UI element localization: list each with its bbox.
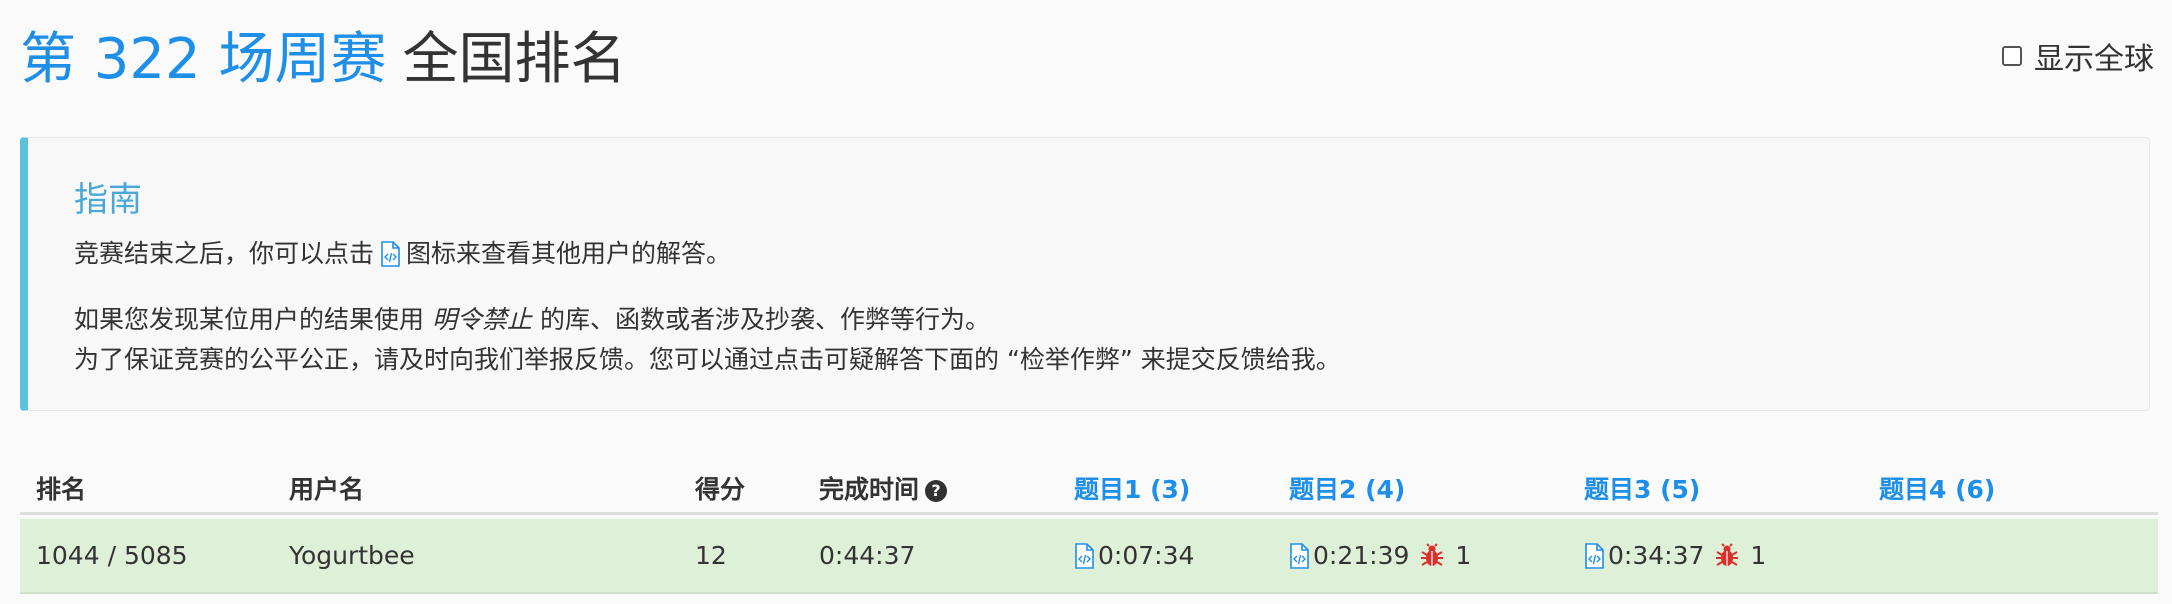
q2-bug-count: 1 xyxy=(1455,541,1472,570)
guide-line-1-before: 竞赛结束之后，你可以点击 xyxy=(74,239,375,268)
rank-title: 全国排名 xyxy=(402,26,627,92)
header-finish-time-label: 完成时间 xyxy=(819,475,920,504)
code-file-icon[interactable] xyxy=(1584,542,1604,569)
code-file-icon[interactable] xyxy=(1074,542,1094,569)
guide-line-1: 竞赛结束之后，你可以点击 图标来查看其他用户的解答。 xyxy=(74,234,731,270)
guide-line-2: 如果您发现某位用户的结果使用 明令禁止 的库、函数或者涉及抄袭、作弊等行为。 xyxy=(74,300,990,336)
header-rank: 排名 xyxy=(36,475,87,504)
row-username[interactable]: Yogurtbee xyxy=(289,541,415,570)
guide-line-1-after: 图标来查看其他用户的解答。 xyxy=(406,239,732,268)
header-score: 得分 xyxy=(695,475,746,504)
q2-time: 0:21:39 xyxy=(1313,541,1410,570)
guide-title: 指南 xyxy=(74,180,142,220)
guide-line-3: 为了保证竞赛的公平公正，请及时向我们举报反馈。您可以通过点击可疑解答下面的 “检… xyxy=(74,345,1341,374)
bug-icon xyxy=(1716,542,1739,566)
show-global-label[interactable]: 显示全球 xyxy=(2034,34,2154,78)
ranking-table-header: 排名 用户名 得分 完成时间? 题目1 (3) 题目2 (4) 题目3 (5) … xyxy=(20,462,2158,515)
table-row: 1044 / 5085 Yogurtbee 12 0:44:37 0:07:34… xyxy=(20,519,2158,594)
header-question-1[interactable]: 题目1 (3) xyxy=(1074,470,1190,506)
guide-line-2-before: 如果您发现某位用户的结果使用 xyxy=(74,305,425,334)
show-global-toggle[interactable]: 显示全球 xyxy=(2002,34,2154,78)
show-global-checkbox[interactable] xyxy=(2002,46,2022,66)
guide-line-2-after: 的库、函数或者涉及抄袭、作弊等行为。 xyxy=(539,305,990,334)
q1-cell: 0:07:34 xyxy=(1074,541,1194,570)
question-circle-icon[interactable]: ? xyxy=(925,480,948,502)
header-question-2[interactable]: 题目2 (4) xyxy=(1289,470,1405,506)
row-score: 12 xyxy=(695,541,727,570)
guide-line-2-emphasis: 明令禁止 xyxy=(431,305,532,334)
row-rank: 1044 / 5085 xyxy=(36,541,188,570)
header-question-3[interactable]: 题目3 (5) xyxy=(1584,470,1700,506)
code-file-icon xyxy=(381,241,400,267)
header-username: 用户名 xyxy=(289,475,365,504)
contest-ranking-page: 第 322 场周赛 全国排名 显示全球 指南 竞赛结束之后，你可以点击 图标来查看… xyxy=(0,0,2172,604)
q3-cell: 0:34:37 1 xyxy=(1584,541,1766,570)
q1-time: 0:07:34 xyxy=(1098,541,1195,570)
code-file-icon[interactable] xyxy=(1289,542,1309,569)
row-finish-time: 0:44:37 xyxy=(819,541,916,570)
q3-time: 0:34:37 xyxy=(1608,541,1705,570)
bug-icon xyxy=(1421,542,1444,566)
header-question-4[interactable]: 题目4 (6) xyxy=(1879,470,1995,506)
page-header: 第 322 场周赛 全国排名 xyxy=(20,14,627,94)
q2-cell: 0:21:39 1 xyxy=(1289,541,1471,570)
contest-title[interactable]: 第 322 场周赛 xyxy=(20,14,387,95)
q3-bug-count: 1 xyxy=(1750,541,1767,570)
guide-panel: 指南 竞赛结束之后，你可以点击 图标来查看其他用户的解答。 如果您发现某位用户的结… xyxy=(20,137,2150,411)
header-finish-time: 完成时间? xyxy=(819,470,948,506)
